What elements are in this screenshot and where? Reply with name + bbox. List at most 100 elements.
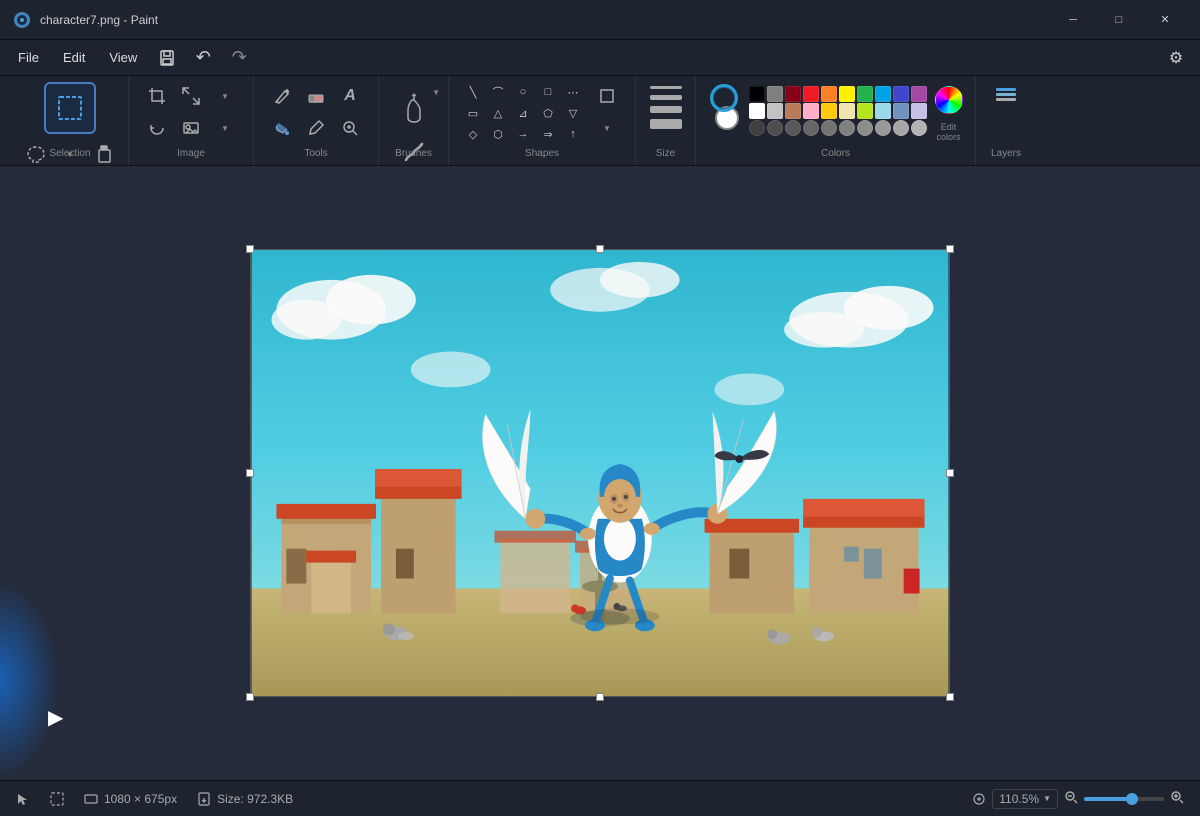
fill-button[interactable] bbox=[266, 114, 298, 142]
color-swatch[interactable] bbox=[893, 103, 909, 119]
handle-bottom-center[interactable] bbox=[596, 693, 604, 701]
image-action2[interactable] bbox=[175, 114, 207, 142]
crop-button[interactable] bbox=[141, 82, 173, 110]
color-swatch[interactable] bbox=[803, 86, 819, 102]
color-swatch[interactable] bbox=[875, 103, 891, 119]
rotate-button[interactable] bbox=[141, 114, 173, 142]
brush-main-button[interactable] bbox=[394, 82, 434, 134]
zoom-tool-button[interactable] bbox=[334, 114, 366, 142]
pencil-button[interactable] bbox=[266, 82, 298, 110]
image-dropdown2[interactable]: ▼ bbox=[209, 114, 241, 142]
color-picker-button[interactable] bbox=[300, 114, 332, 142]
color-swatch[interactable] bbox=[893, 120, 909, 136]
zoom-percentage-dropdown[interactable]: 110.5% ▼ bbox=[992, 789, 1058, 809]
shape-curve[interactable]: ⌒ bbox=[486, 82, 510, 102]
shape-rect2[interactable]: ▭ bbox=[461, 103, 485, 123]
undo-button[interactable]: ↶ bbox=[187, 44, 219, 72]
color-swatch[interactable] bbox=[803, 120, 819, 136]
size-line-2[interactable] bbox=[650, 95, 682, 100]
color-swatch[interactable] bbox=[749, 120, 765, 136]
shape-down[interactable]: ▽ bbox=[561, 103, 585, 123]
selection-lasso-button[interactable] bbox=[20, 140, 52, 168]
shape-line[interactable]: ╲ bbox=[461, 82, 485, 102]
shape-uarrow[interactable]: ↑ bbox=[561, 124, 585, 144]
maximize-button[interactable]: □ bbox=[1096, 0, 1142, 40]
shape-triangle[interactable]: △ bbox=[486, 103, 510, 123]
color-swatch[interactable] bbox=[767, 120, 783, 136]
dimensions-display: 1080 × 675px bbox=[84, 792, 177, 806]
shape-rect[interactable]: □ bbox=[536, 82, 560, 102]
handle-top-right[interactable] bbox=[946, 245, 954, 253]
shapes-more[interactable]: ⋯ bbox=[561, 82, 585, 102]
color-swatch[interactable] bbox=[785, 86, 801, 102]
shape-penta2[interactable]: ⬡ bbox=[486, 124, 510, 144]
edit-colors-label[interactable]: Editcolors bbox=[936, 122, 960, 142]
close-button[interactable]: ✕ bbox=[1142, 0, 1188, 40]
handle-top-left[interactable] bbox=[246, 245, 254, 253]
canvas-image[interactable] bbox=[250, 249, 950, 697]
image-dropdown[interactable]: ▼ bbox=[209, 82, 241, 110]
color-swatch[interactable] bbox=[857, 103, 873, 119]
color-swatch[interactable] bbox=[875, 120, 891, 136]
shape-arrow[interactable]: → bbox=[511, 124, 535, 144]
color-swatch[interactable] bbox=[893, 86, 909, 102]
shape-rtriangle[interactable]: ⊿ bbox=[511, 103, 535, 123]
color-swatch[interactable] bbox=[749, 86, 765, 102]
color-swatch[interactable] bbox=[839, 103, 855, 119]
color-swatch[interactable] bbox=[857, 120, 873, 136]
color-palette-button[interactable] bbox=[935, 86, 963, 114]
settings-button[interactable]: ⚙ bbox=[1160, 44, 1192, 72]
save-button[interactable] bbox=[151, 44, 183, 72]
fill-shape-dropdown[interactable]: ▼ bbox=[591, 114, 623, 142]
color-swatch[interactable] bbox=[857, 86, 873, 102]
canvas-area[interactable]: ▶ bbox=[0, 166, 1200, 780]
shape-rarrow[interactable]: ⇒ bbox=[536, 124, 560, 144]
color-swatch[interactable] bbox=[767, 86, 783, 102]
menu-file[interactable]: File bbox=[8, 46, 49, 69]
selection-rect-button[interactable] bbox=[44, 82, 96, 134]
paste-button[interactable] bbox=[88, 140, 120, 168]
eraser-button[interactable] bbox=[300, 82, 332, 110]
zoom-slider-fill bbox=[1084, 797, 1128, 801]
color-swatch[interactable] bbox=[821, 86, 837, 102]
layers-button[interactable] bbox=[996, 88, 1016, 101]
color-swatch[interactable] bbox=[803, 103, 819, 119]
color-swatch[interactable] bbox=[785, 103, 801, 119]
handle-top-center[interactable] bbox=[596, 245, 604, 253]
color-swatch[interactable] bbox=[911, 86, 927, 102]
shape-oval[interactable]: ○ bbox=[511, 82, 535, 102]
minimize-button[interactable]: ─ bbox=[1050, 0, 1096, 40]
color-swatch[interactable] bbox=[767, 103, 783, 119]
zoom-slider-track[interactable] bbox=[1084, 797, 1164, 801]
layers-label: Layers bbox=[991, 148, 1021, 159]
size-line-4[interactable] bbox=[650, 119, 682, 129]
selection-group: ▼ Selection bbox=[12, 76, 129, 165]
text-button[interactable]: A bbox=[334, 82, 366, 110]
color-swatch[interactable] bbox=[911, 120, 927, 136]
color-swatch[interactable] bbox=[839, 120, 855, 136]
zoom-in-button[interactable] bbox=[1170, 790, 1184, 807]
outline-button[interactable] bbox=[591, 82, 623, 110]
size-line-3[interactable] bbox=[650, 106, 682, 113]
shape-diamond[interactable]: ◇ bbox=[461, 124, 485, 144]
foreground-color[interactable] bbox=[710, 84, 738, 112]
color-swatch[interactable] bbox=[839, 86, 855, 102]
zoom-out-button[interactable] bbox=[1064, 790, 1078, 807]
handle-mid-right[interactable] bbox=[946, 469, 954, 477]
redo-button[interactable]: ↷ bbox=[223, 44, 255, 72]
color-swatch[interactable] bbox=[821, 120, 837, 136]
shape-pentagon[interactable]: ⬠ bbox=[536, 103, 560, 123]
menu-edit[interactable]: Edit bbox=[53, 46, 95, 69]
size-line-1[interactable] bbox=[650, 86, 682, 89]
color-swatch[interactable] bbox=[785, 120, 801, 136]
handle-bottom-right[interactable] bbox=[946, 693, 954, 701]
color-swatch[interactable] bbox=[911, 103, 927, 119]
color-swatch[interactable] bbox=[821, 103, 837, 119]
handle-mid-left[interactable] bbox=[246, 469, 254, 477]
color-swatch[interactable] bbox=[875, 86, 891, 102]
color-swatch[interactable] bbox=[749, 103, 765, 119]
menu-view[interactable]: View bbox=[99, 46, 147, 69]
handle-bottom-left[interactable] bbox=[246, 693, 254, 701]
zoom-slider-thumb[interactable] bbox=[1126, 793, 1138, 805]
resize-button[interactable] bbox=[175, 82, 207, 110]
